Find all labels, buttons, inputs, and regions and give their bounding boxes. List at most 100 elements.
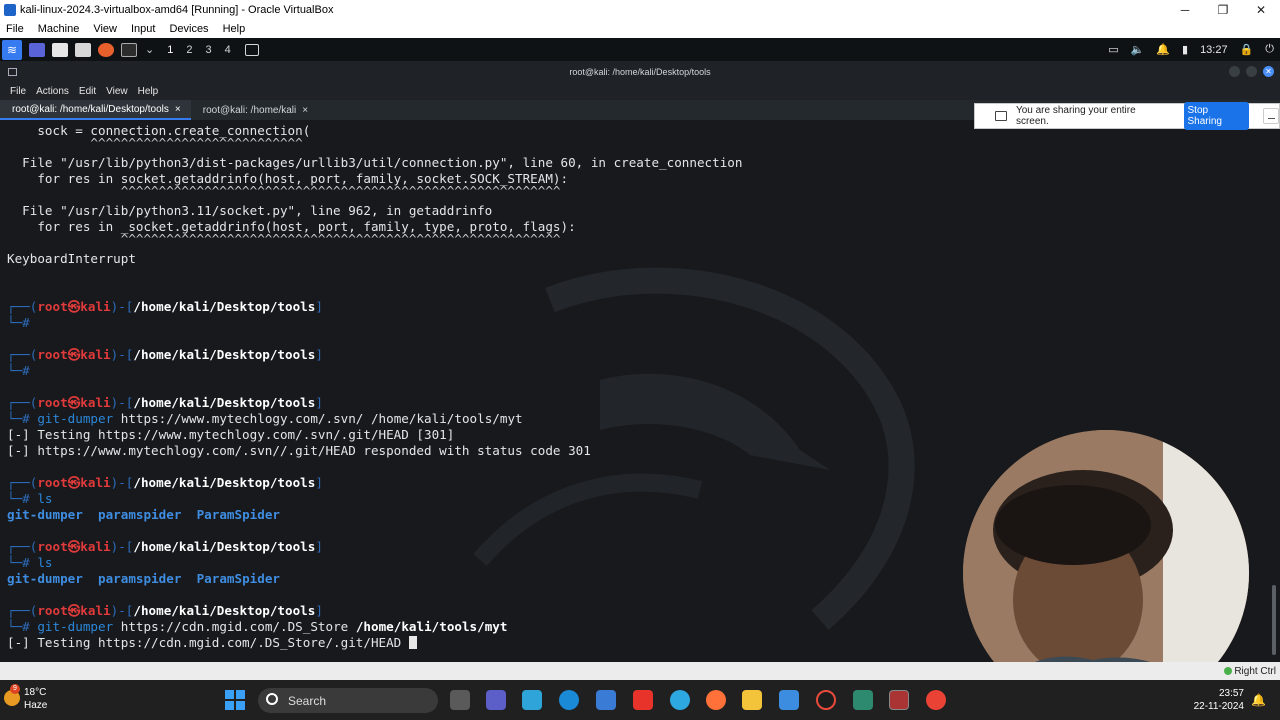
current-output-line: [-] Testing https://cdn.mgid.com/.DS_Sto… bbox=[7, 635, 417, 651]
taskbar-time: 23:57 bbox=[1218, 688, 1244, 699]
tab-home-kali[interactable]: root@kali: /home/kali × bbox=[191, 100, 318, 120]
menu-machine[interactable]: Machine bbox=[38, 23, 80, 35]
menu-view[interactable]: View bbox=[93, 23, 117, 35]
search-placeholder: Search bbox=[288, 693, 327, 708]
teams-icon[interactable] bbox=[486, 690, 506, 710]
tab-label: root@kali: /home/kali bbox=[202, 104, 297, 116]
maximize-button[interactable]: ❐ bbox=[1204, 0, 1242, 19]
command-line: └─# git-dumper https://www.mytechlogy.co… bbox=[7, 411, 523, 426]
taskbar-date: 22-11-2024 bbox=[1193, 701, 1244, 712]
stop-sharing-button[interactable]: Stop Sharing bbox=[1183, 102, 1250, 130]
terminal-task-icon[interactable] bbox=[244, 43, 259, 56]
tab-desktop-tools[interactable]: root@kali: /home/kali/Desktop/tools × bbox=[0, 100, 191, 120]
terminal-line: File "/usr/lib/python3.11/socket.py", li… bbox=[7, 203, 493, 218]
tab-label: root@kali: /home/kali/Desktop/tools bbox=[12, 103, 169, 115]
menu-file[interactable]: File bbox=[6, 23, 24, 35]
terminal-line: File "/usr/lib/python3/dist-packages/url… bbox=[7, 155, 743, 170]
terminal-minimize-button[interactable] bbox=[1229, 66, 1240, 77]
terminal-cursor bbox=[408, 636, 417, 649]
prompt-line: ┌──(root㉿kali)-[/home/kali/Desktop/tools… bbox=[7, 603, 323, 618]
terminal-line: [-] https://www.mytechlogy.com/.svn//.gi… bbox=[7, 443, 591, 458]
terminal-close-button[interactable]: ✕ bbox=[1263, 66, 1274, 77]
window-icon bbox=[8, 68, 17, 76]
prompt-hash: └─# bbox=[7, 363, 30, 378]
command-line: └─# git-dumper https://cdn.mgid.com/.DS_… bbox=[7, 619, 508, 634]
anydesk-icon[interactable] bbox=[633, 690, 653, 710]
virtualbox-taskbar-icon[interactable] bbox=[889, 690, 909, 710]
chevron-down-icon[interactable]: ⌄ bbox=[145, 43, 154, 56]
firefox-taskbar-icon[interactable] bbox=[706, 690, 726, 710]
workspace-3[interactable]: 3 bbox=[205, 44, 211, 56]
terminal-menu-file[interactable]: File bbox=[10, 86, 26, 97]
edge-icon[interactable] bbox=[559, 690, 579, 710]
minimize-banner-button[interactable] bbox=[1263, 108, 1280, 124]
prompt-line: ┌──(root㉿kali)-[/home/kali/Desktop/tools… bbox=[7, 347, 323, 362]
file-explorer-icon[interactable] bbox=[742, 690, 762, 710]
virtualbox-icon bbox=[4, 3, 16, 16]
terminal-scrollbar[interactable] bbox=[1272, 585, 1276, 655]
prompt-line: ┌──(root㉿kali)-[/home/kali/Desktop/tools… bbox=[7, 539, 323, 554]
copilot-icon[interactable] bbox=[522, 690, 542, 710]
kali-top-panel: ≋ ⌄ 1 2 3 4 ▭ 🔈 🔔 ▮ 13:27 🔒 ⏻ bbox=[0, 38, 1280, 61]
notepad-icon[interactable] bbox=[779, 690, 799, 710]
workspace-1[interactable]: 1 bbox=[167, 44, 173, 56]
vscode-like-icon[interactable] bbox=[853, 690, 873, 710]
prompt-line: ┌──(root㉿kali)-[/home/kali/Desktop/tools… bbox=[7, 395, 323, 410]
power-icon[interactable]: ⏻ bbox=[1265, 43, 1274, 56]
notifications-bell-icon[interactable]: 🔔 bbox=[1251, 693, 1266, 707]
terminal-line: [-] Testing https://www.mytechlogy.com/.… bbox=[7, 427, 455, 442]
terminal-menu-view[interactable]: View bbox=[106, 86, 128, 97]
terminal-titlebar: root@kali: /home/kali/Desktop/tools ✕ bbox=[0, 61, 1280, 83]
start-button[interactable] bbox=[225, 690, 245, 710]
weather-temp: 18°C bbox=[24, 687, 47, 698]
notification-icon[interactable]: 🔔 bbox=[1156, 43, 1170, 56]
menu-devices[interactable]: Devices bbox=[169, 23, 208, 35]
workspace-4[interactable]: 4 bbox=[225, 44, 231, 56]
terminal-line: ^^^^^^^^^^^^^^^^^^^^^^^^^^^^ bbox=[7, 135, 303, 150]
terminal-menu-actions[interactable]: Actions bbox=[36, 86, 69, 97]
lock-icon[interactable]: 🔒 bbox=[1240, 43, 1254, 56]
system-tray: ▭ 🔈 🔔 ▮ 13:27 🔒 ⏻ bbox=[1108, 38, 1274, 61]
tab-close-icon[interactable]: × bbox=[175, 104, 181, 115]
menu-input[interactable]: Input bbox=[131, 23, 155, 35]
file-manager-icon[interactable] bbox=[52, 42, 68, 57]
taskbar-clock[interactable]: 23:57 22-11-2024 bbox=[1194, 687, 1244, 713]
chrome-icon[interactable] bbox=[926, 690, 946, 710]
obs-icon[interactable] bbox=[816, 690, 836, 710]
kali-menu-icon[interactable]: ≋ bbox=[2, 39, 22, 60]
workspace-2[interactable]: 2 bbox=[186, 44, 192, 56]
close-button[interactable]: ✕ bbox=[1242, 0, 1280, 19]
terminal-line: KeyboardInterrupt bbox=[7, 251, 136, 266]
menu-help[interactable]: Help bbox=[223, 23, 246, 35]
prompt-hash: └─# bbox=[7, 315, 30, 330]
screen-share-banner: You are sharing your entire screen. Stop… bbox=[974, 102, 1280, 130]
host-menubar: File Machine View Input Devices Help bbox=[0, 19, 1280, 38]
panel-clock[interactable]: 13:27 bbox=[1200, 44, 1228, 56]
firefox-icon[interactable] bbox=[98, 42, 114, 57]
host-key-indicator: Right Ctrl bbox=[1224, 662, 1280, 680]
desktop-icon[interactable] bbox=[29, 42, 45, 57]
terminal-menu-help[interactable]: Help bbox=[138, 86, 159, 97]
virtualbox-status-bar: Right Ctrl bbox=[0, 662, 1280, 680]
chrome-canary-icon[interactable] bbox=[670, 690, 690, 710]
host-key-label: Right Ctrl bbox=[1234, 665, 1276, 677]
terminal-menu-edit[interactable]: Edit bbox=[79, 86, 96, 97]
screen-share-icon bbox=[995, 111, 1007, 121]
terminal-menubar: File Actions Edit View Help bbox=[0, 83, 1280, 100]
taskbar-search[interactable]: Search bbox=[258, 688, 438, 713]
text-editor-icon[interactable] bbox=[75, 42, 91, 57]
weather-desc: Haze bbox=[24, 700, 48, 711]
tab-close-icon[interactable]: × bbox=[302, 105, 308, 116]
battery-icon[interactable]: ▮ bbox=[1182, 43, 1188, 56]
display-icon[interactable]: ▭ bbox=[1108, 43, 1118, 56]
terminal-launcher-icon[interactable] bbox=[121, 42, 137, 57]
task-view-icon[interactable] bbox=[450, 690, 470, 710]
host-titlebar: kali-linux-2024.3-virtualbox-amd64 [Runn… bbox=[0, 0, 1280, 19]
weather-widget[interactable]: 9 18°C Haze bbox=[4, 684, 48, 712]
terminal-maximize-button[interactable] bbox=[1246, 66, 1257, 77]
store-icon[interactable] bbox=[596, 690, 616, 710]
search-icon bbox=[266, 693, 278, 705]
ls-output: git-dumper paramspider ParamSpider bbox=[7, 507, 280, 522]
volume-icon[interactable]: 🔈 bbox=[1131, 43, 1145, 56]
minimize-button[interactable]: ─ bbox=[1166, 0, 1204, 19]
